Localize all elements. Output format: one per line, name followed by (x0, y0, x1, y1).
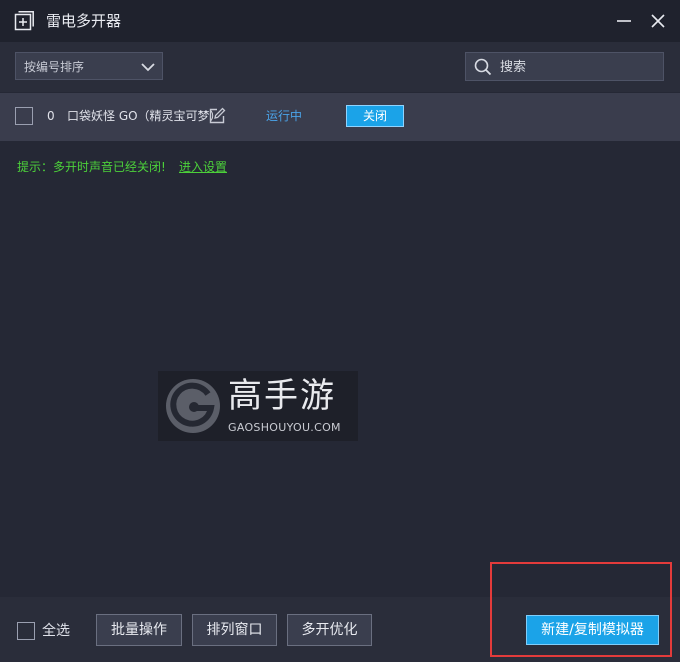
batch-operation-button[interactable]: 批量操作 (96, 614, 182, 646)
select-all-checkbox[interactable] (17, 622, 35, 640)
minimize-icon[interactable] (614, 11, 634, 31)
chevron-down-icon (141, 63, 155, 72)
title-bar: 雷电多开器 (0, 0, 680, 42)
close-instance-button[interactable]: 关闭 (346, 105, 404, 127)
select-all-label[interactable]: 全选 (42, 622, 70, 640)
gaoshouyou-logo-icon (166, 379, 220, 433)
instance-index: 0 (47, 109, 55, 123)
arrange-windows-button[interactable]: 排列窗口 (192, 614, 277, 646)
instance-checkbox[interactable] (15, 107, 33, 125)
sort-dropdown[interactable]: 按编号排序 (15, 52, 163, 80)
sort-label: 按编号排序 (24, 60, 85, 74)
add-window-icon (14, 11, 34, 31)
instance-name: 口袋妖怪 GO（精灵宝可梦） (67, 109, 222, 123)
multi-optimize-button[interactable]: 多开优化 (287, 614, 372, 646)
instance-row: 0 口袋妖怪 GO（精灵宝可梦） 运行中 关闭 (0, 93, 680, 141)
hint-text: 提示：多开时声音已经关闭! (17, 160, 166, 174)
settings-link[interactable]: 进入设置 (179, 159, 227, 175)
search-box[interactable] (465, 52, 664, 81)
instance-status: 运行中 (266, 109, 303, 123)
search-input[interactable] (500, 57, 650, 77)
window-title: 雷电多开器 (46, 12, 122, 30)
close-icon[interactable] (648, 11, 668, 31)
search-icon (474, 58, 492, 76)
watermark-title: 高手游 (228, 376, 336, 416)
edit-icon[interactable] (208, 107, 226, 125)
new-copy-emulator-button[interactable]: 新建/复制模拟器 (526, 615, 659, 645)
toolbar: 按编号排序 (0, 42, 680, 92)
watermark-subtitle: GAOSHOUYOU.COM (228, 421, 341, 434)
watermark: 高手游 GAOSHOUYOU.COM (158, 371, 358, 441)
footer-bar: 全选 批量操作 排列窗口 多开优化 新建/复制模拟器 (0, 597, 680, 662)
